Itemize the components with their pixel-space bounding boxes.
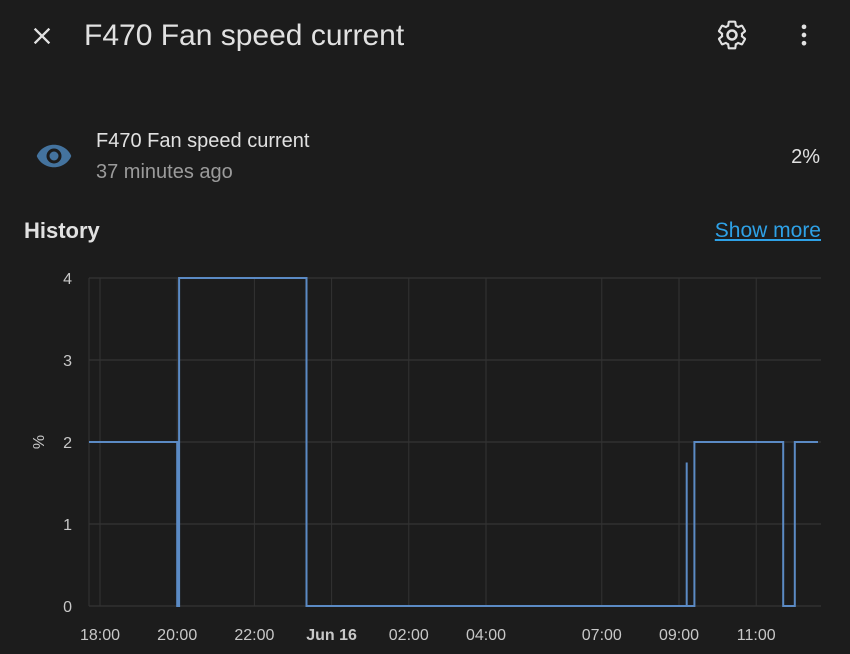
more-info-dialog: F470 Fan speed current F470 Fan speed cu… bbox=[0, 0, 850, 654]
y-tick-label: 1 bbox=[63, 517, 72, 534]
x-tick-label: 02:00 bbox=[389, 627, 429, 644]
x-tick-label: 07:00 bbox=[582, 627, 622, 644]
x-tick-label: 11:00 bbox=[737, 627, 776, 644]
x-tick-label: 04:00 bbox=[466, 627, 506, 644]
entity-state: 2% bbox=[791, 146, 820, 168]
y-tick-label: 3 bbox=[63, 353, 72, 370]
overflow-menu-button[interactable] bbox=[784, 15, 824, 55]
y-tick-label: 4 bbox=[63, 271, 72, 288]
show-more-link[interactable]: Show more bbox=[715, 217, 821, 245]
entity-last-changed: 37 minutes ago bbox=[96, 161, 233, 183]
close-button[interactable] bbox=[22, 16, 62, 56]
history-chart-svg: 0 1 2 3 4 18:00 20:00 22:00 Jun 16 02:00 04:00 07:0… bbox=[31, 271, 821, 644]
settings-button[interactable] bbox=[712, 15, 752, 55]
x-tick-label: 22:00 bbox=[234, 627, 274, 644]
dialog-header: F470 Fan speed current bbox=[0, 0, 850, 72]
x-tick-label: 20:00 bbox=[157, 627, 197, 644]
dialog-title: F470 Fan speed current bbox=[84, 19, 405, 52]
more-vertical-icon bbox=[801, 24, 807, 46]
close-icon bbox=[33, 27, 51, 45]
y-tick-label: 2 bbox=[63, 435, 72, 452]
y-tick-label: 0 bbox=[63, 599, 72, 616]
x-tick-label: 18:00 bbox=[80, 627, 120, 644]
history-title: History bbox=[24, 218, 100, 243]
x-tick-label: Jun 16 bbox=[306, 627, 357, 644]
history-chart: 0 1 2 3 4 18:00 20:00 22:00 Jun 16 02:00 04:00 07:0… bbox=[0, 262, 850, 654]
y-axis-label: % bbox=[31, 435, 48, 449]
x-tick-label: 09:00 bbox=[659, 627, 699, 644]
entity-row: F470 Fan speed current 37 minutes ago 2% bbox=[24, 124, 824, 188]
entity-name: F470 Fan speed current bbox=[96, 130, 310, 152]
gear-icon bbox=[717, 20, 747, 50]
eye-icon bbox=[36, 144, 72, 168]
